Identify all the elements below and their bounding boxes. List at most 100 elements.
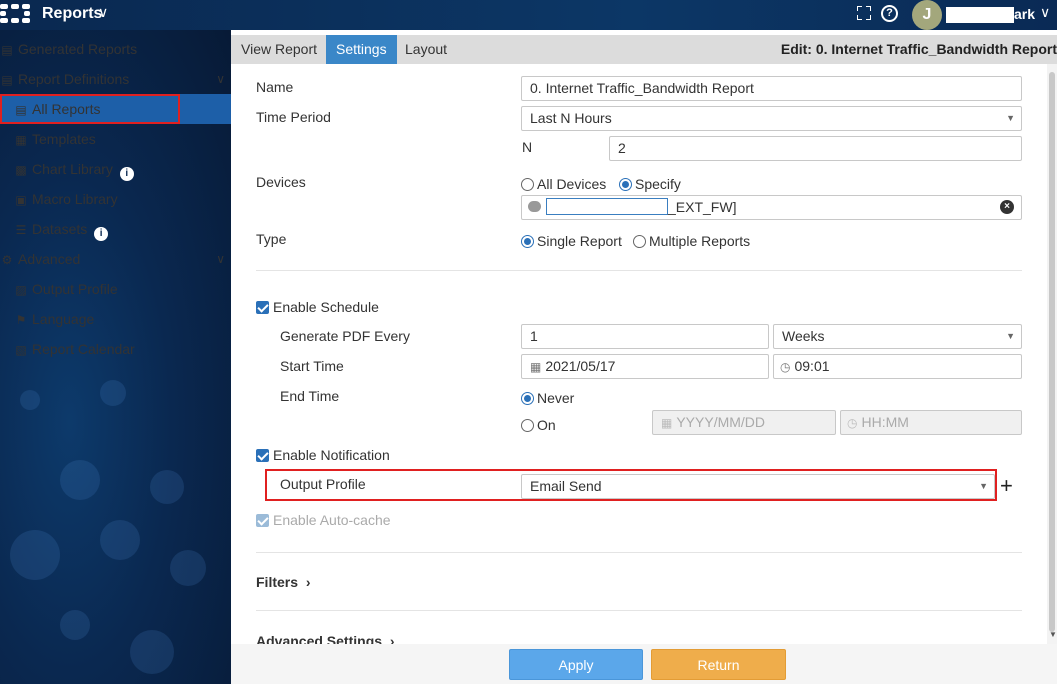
enable-schedule-label: Enable Schedule	[273, 299, 379, 315]
macro-icon: ▣	[15, 193, 27, 207]
scrollbar[interactable]	[1047, 64, 1057, 644]
device-selector[interactable]: _EXT_FW] ×	[521, 195, 1022, 220]
fortinet-logo-icon	[0, 4, 30, 24]
tab-settings[interactable]: Settings	[326, 35, 397, 64]
sidebar-item-language[interactable]: ⚑ Language	[0, 304, 231, 334]
calendar-icon: ▦	[661, 416, 673, 430]
sidebar-item-chart-library[interactable]: ▩ Chart Library i	[0, 154, 231, 184]
on-label: On	[537, 417, 556, 433]
tab-view-report[interactable]: View Report	[231, 35, 327, 64]
add-icon[interactable]: +	[1000, 473, 1013, 499]
time-period-select[interactable]: Last N Hours ▼	[521, 106, 1022, 131]
chevron-right-icon: ›	[389, 633, 395, 644]
filters-toggle[interactable]: Filters ›	[256, 574, 311, 590]
specify-radio[interactable]: Specify	[619, 176, 681, 192]
end-time-placeholder: HH:MM	[861, 414, 909, 430]
report-icon: ▤	[1, 73, 13, 87]
all-devices-radio[interactable]: All Devices	[521, 176, 606, 192]
checkbox-icon	[256, 514, 269, 527]
report-icon: ▤	[1, 43, 13, 57]
app-title[interactable]: Reports	[42, 5, 102, 23]
sidebar-item-label: Output Profile	[32, 281, 118, 297]
never-label: Never	[537, 390, 575, 406]
enable-schedule-checkbox[interactable]: Enable Schedule	[256, 299, 379, 315]
radio-icon	[633, 235, 646, 248]
end-date-input[interactable]: ▦ YYYY/MM/DD	[652, 410, 836, 435]
advanced-settings-toggle[interactable]: Advanced Settings ›	[256, 633, 395, 644]
scroll-down-arrow-icon[interactable]: ▼	[1049, 630, 1057, 639]
return-button[interactable]: Return	[651, 649, 786, 680]
all-reports-highlight	[0, 94, 180, 124]
sidebar-item-label: Generated Reports	[18, 41, 138, 57]
sidebar-item-output-profile[interactable]: ▨ Output Profile	[0, 274, 231, 304]
all-devices-label: All Devices	[537, 176, 607, 192]
fullscreen-icon[interactable]	[857, 6, 871, 20]
apply-button[interactable]: Apply	[509, 649, 643, 680]
footer-bar: Apply Return	[231, 644, 1057, 684]
device-suffix: _EXT_FW]	[668, 199, 737, 215]
enable-notification-label: Enable Notification	[273, 447, 390, 463]
never-radio[interactable]: Never	[521, 390, 574, 406]
dropdown-arrow-icon: ▼	[1006, 113, 1015, 123]
devices-label: Devices	[256, 174, 306, 190]
sidebar-item-generated-reports[interactable]: ▤ Generated Reports	[0, 34, 231, 64]
output-profile-icon: ▨	[15, 283, 27, 297]
sidebar-item-macro-library[interactable]: ▣ Macro Library	[0, 184, 231, 214]
sidebar-item-report-definitions[interactable]: ▤ Report Definitions ∨	[0, 64, 231, 94]
chevron-down-icon[interactable]: ∨	[98, 4, 108, 21]
period-unit-select[interactable]: Weeks ▼	[773, 324, 1022, 349]
flag-icon: ⚑	[15, 313, 27, 327]
type-label: Type	[256, 231, 287, 247]
scroll-thumb[interactable]	[1049, 72, 1055, 632]
avatar[interactable]: J	[912, 0, 942, 30]
generate-pdf-input[interactable]: 1	[521, 324, 769, 349]
tab-layout[interactable]: Layout	[395, 35, 457, 64]
multiple-reports-radio[interactable]: Multiple Reports	[633, 233, 750, 249]
sidebar-item-label: Templates	[32, 131, 96, 147]
sidebar-item-label: Report Definitions	[18, 71, 130, 87]
help-icon[interactable]: ?	[881, 5, 898, 22]
end-time-label: End Time	[280, 388, 340, 404]
clear-icon[interactable]: ×	[1000, 200, 1014, 214]
radio-icon	[521, 178, 534, 191]
enable-autocache-checkbox[interactable]: Enable Auto-cache	[256, 512, 391, 528]
multiple-reports-label: Multiple Reports	[649, 233, 751, 249]
filters-label: Filters	[256, 574, 299, 590]
chevron-down-icon[interactable]: ∨	[216, 244, 225, 274]
sidebar-item-advanced[interactable]: ⚙ Advanced ∨	[0, 244, 231, 274]
sidebar-item-label: Advanced	[18, 251, 81, 267]
end-time-input[interactable]: ◷ HH:MM	[840, 410, 1022, 435]
start-time-label: Start Time	[280, 358, 344, 374]
n-input[interactable]: 2	[609, 136, 1022, 161]
enable-notification-checkbox[interactable]: Enable Notification	[256, 447, 390, 463]
on-radio[interactable]: On	[521, 417, 556, 433]
info-icon[interactable]: i	[119, 167, 134, 181]
time-period-value: Last N Hours	[530, 110, 612, 126]
output-profile-highlight	[265, 469, 997, 501]
time-period-label: Time Period	[256, 109, 331, 125]
clock-icon: ◷	[780, 360, 791, 374]
redacted-username	[946, 7, 1014, 23]
template-icon: ▦	[15, 133, 27, 147]
sidebar-item-report-calendar[interactable]: ▧ Report Calendar	[0, 334, 231, 364]
radio-icon	[619, 178, 632, 191]
start-time-input[interactable]: ◷ 09:01	[773, 354, 1022, 379]
sidebar-nav: ▤ Generated Reports ▤ Report Definitions ∨…	[0, 34, 231, 364]
sidebar-item-label: Chart Library	[32, 161, 113, 177]
period-unit-value: Weeks	[782, 328, 825, 344]
info-icon[interactable]: i	[94, 227, 109, 241]
tab-bar: View Report Settings Layout Edit: 0. Int…	[231, 35, 1057, 64]
divider	[256, 270, 1022, 271]
sidebar-item-templates[interactable]: ▦ Templates	[0, 124, 231, 154]
calendar-icon: ▦	[530, 360, 542, 374]
user-name[interactable]: ark	[1014, 6, 1035, 22]
user-menu-chevron-icon[interactable]: ∨	[1040, 4, 1050, 21]
advanced-settings-label: Advanced Settings	[256, 633, 383, 644]
divider	[256, 552, 1022, 553]
single-report-radio[interactable]: Single Report	[521, 233, 622, 249]
calendar-icon: ▧	[15, 343, 27, 357]
chevron-down-icon[interactable]: ∨	[216, 64, 225, 94]
sidebar-item-datasets[interactable]: ☰ Datasets i	[0, 214, 231, 244]
name-input[interactable]: 0. Internet Traffic_Bandwidth Report	[521, 76, 1022, 101]
start-date-input[interactable]: ▦ 2021/05/17	[521, 354, 769, 379]
